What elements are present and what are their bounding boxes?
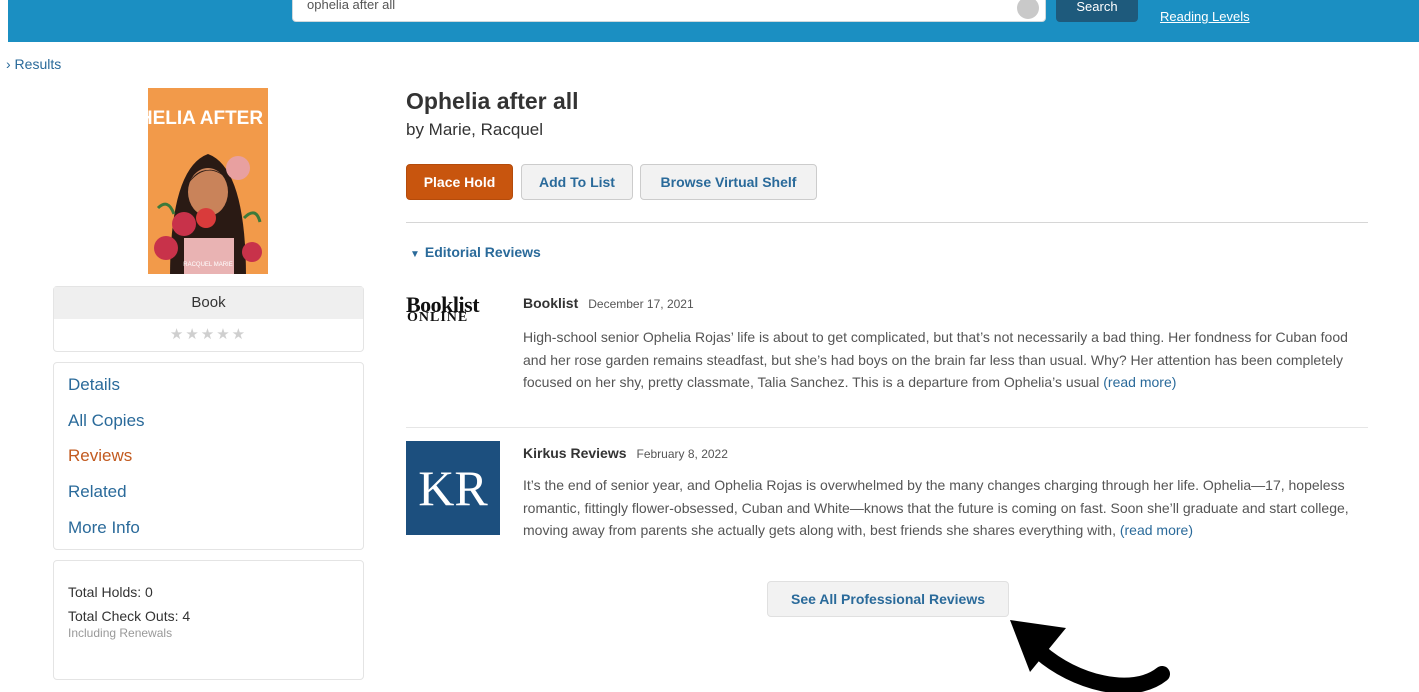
see-all-professional-reviews-button[interactable]: See All Professional Reviews — [767, 581, 1009, 617]
clear-search-icon[interactable] — [1017, 0, 1039, 19]
search-button[interactable]: Search — [1056, 0, 1138, 22]
book-title: Ophelia after all — [406, 88, 579, 114]
review-date: February 8, 2022 — [636, 447, 728, 461]
reading-levels-link[interactable]: Reading Levels — [1160, 9, 1250, 24]
top-header-bar: ophelia after all Search Reading Levels — [8, 0, 1419, 42]
format-label: Book — [54, 287, 363, 319]
book-cover-image[interactable]: OPHELIA AFTER ALL RACQUEL MARIE — [148, 88, 268, 274]
including-renewals-note: Including Renewals — [68, 626, 173, 640]
format-panel: Book ★★★★★ — [53, 286, 364, 352]
kirkus-reviews-logo: KR — [406, 441, 500, 535]
total-holds: Total Holds: 0 — [68, 584, 153, 600]
review-divider — [406, 427, 1368, 428]
total-checkouts: Total Check Outs: 4 — [68, 608, 191, 624]
sidebar-item-related[interactable]: Related — [68, 482, 127, 502]
editorial-reviews-toggle[interactable]: ▼ Editorial Reviews — [410, 244, 541, 260]
review-header: Kirkus Reviews February 8, 2022 — [523, 445, 728, 461]
book-cover-illustration: OPHELIA AFTER ALL RACQUEL MARIE — [148, 88, 268, 274]
sidebar-item-all-copies[interactable]: All Copies — [68, 411, 145, 431]
review-text: High-school senior Ophelia Rojas’ life i… — [523, 326, 1368, 394]
back-to-results-link[interactable]: › Results — [6, 56, 61, 72]
search-input[interactable]: ophelia after all — [292, 0, 1046, 22]
review-body: It’s the end of senior year, and Ophelia… — [523, 477, 1349, 538]
record-sidebar-nav: Details All Copies Reviews Related More … — [53, 362, 364, 550]
read-more-link[interactable]: (read more) — [1103, 374, 1176, 390]
search-input-value: ophelia after all — [307, 0, 396, 12]
review-body: High-school senior Ophelia Rojas’ life i… — [523, 329, 1348, 390]
sidebar-item-more-info[interactable]: More Info — [68, 518, 140, 538]
review-header: Booklist December 17, 2021 — [523, 295, 694, 311]
sidebar-item-reviews[interactable]: Reviews — [68, 446, 132, 466]
booklist-logo-line2: ONLINE — [407, 310, 469, 325]
pointer-arrow-icon — [1010, 620, 1170, 692]
cover-title-text: OPHELIA AFTER ALL — [148, 108, 268, 129]
browse-virtual-shelf-button[interactable]: Browse Virtual Shelf — [640, 164, 817, 200]
circulation-stats-panel: Total Holds: 0 Total Check Outs: 4 Inclu… — [53, 560, 364, 680]
rating-stars[interactable]: ★★★★★ — [54, 325, 363, 343]
add-to-list-button[interactable]: Add To List — [521, 164, 633, 200]
review-source: Kirkus Reviews — [523, 445, 627, 461]
book-author: by Marie, Racquel — [406, 120, 544, 139]
booklist-logo: Booklist ONLINE — [406, 292, 502, 326]
review-text: It’s the end of senior year, and Ophelia… — [523, 474, 1368, 542]
review-date: December 17, 2021 — [588, 297, 694, 311]
editorial-reviews-heading: Editorial Reviews — [424, 244, 541, 260]
cover-author-text: RACQUEL MARIE — [183, 262, 232, 268]
read-more-link[interactable]: (read more) — [1120, 522, 1193, 538]
section-divider — [406, 222, 1368, 223]
caret-down-icon: ▼ — [410, 249, 420, 260]
review-source: Booklist — [523, 295, 579, 311]
sidebar-item-details[interactable]: Details — [68, 375, 120, 395]
place-hold-button[interactable]: Place Hold — [406, 164, 513, 200]
